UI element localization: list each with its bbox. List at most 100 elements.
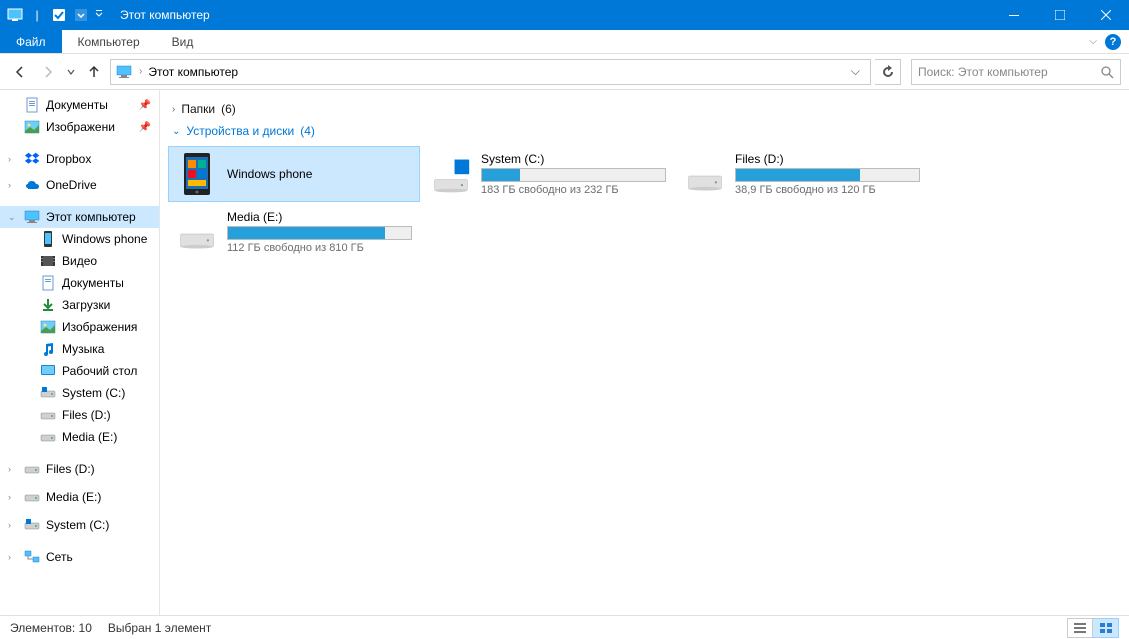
qat-separator: |: [28, 6, 46, 24]
chevron-down-icon[interactable]: ⌄: [8, 212, 16, 223]
drive-icon: [177, 210, 217, 254]
nav-forward-button[interactable]: [36, 60, 60, 84]
drive-icon: [40, 385, 56, 401]
sidebar-item-label: Изображения: [62, 320, 137, 334]
view-details-button[interactable]: [1067, 618, 1093, 638]
breadcrumb-pc-icon: [115, 63, 133, 81]
storage-text: 183 ГБ свободно из 232 ГБ: [481, 184, 666, 196]
sidebar-item-drive-d-extra[interactable]: › Files (D:): [0, 458, 159, 480]
pin-icon: 📌: [139, 122, 151, 133]
qat-dropdown-icon[interactable]: [72, 6, 90, 24]
nav-recent-dropdown[interactable]: [64, 60, 78, 84]
device-item-files-d[interactable]: Files (D:) 38,9 ГБ свободно из 120 ГБ: [676, 146, 928, 202]
breadcrumb[interactable]: › Этот компьютер ⌵: [110, 59, 871, 85]
chevron-right-icon[interactable]: ›: [8, 492, 11, 502]
titlebar: | Этот компьютер: [0, 0, 1129, 30]
sidebar-item-label: Сеть: [46, 550, 73, 564]
sidebar-item-label: Files (D:): [46, 462, 95, 476]
group-count: (6): [221, 102, 236, 116]
phone-icon: [177, 152, 217, 196]
chevron-right-icon: ›: [172, 104, 175, 115]
sidebar-item-label: Этот компьютер: [46, 210, 136, 224]
status-selected-count: Выбран 1 элемент: [108, 621, 211, 635]
sidebar-item-drive-e-extra[interactable]: ›Media (E:): [0, 486, 159, 508]
sidebar-item-label: Windows phone: [62, 232, 147, 246]
ribbon-expand-icon[interactable]: ⌵: [1089, 36, 1097, 47]
search-input[interactable]: [918, 65, 1100, 79]
chevron-right-icon[interactable]: ›: [8, 552, 11, 562]
desktop-icon: [40, 363, 56, 379]
sidebar-item-dropbox[interactable]: › Dropbox: [0, 148, 159, 170]
nav-back-button[interactable]: [8, 60, 32, 84]
chevron-right-icon[interactable]: ›: [8, 520, 11, 530]
sidebar-item-drive-d[interactable]: Files (D:): [0, 404, 159, 426]
sidebar: Документы 📌 Изображени 📌 › Dropbox › One…: [0, 90, 160, 615]
sidebar-item-documents[interactable]: Документы 📌: [0, 94, 159, 116]
qat-checkbox-icon[interactable]: [50, 6, 68, 24]
ribbon-tab-computer[interactable]: Компьютер: [62, 30, 156, 53]
sidebar-item-this-pc[interactable]: ⌄ Этот компьютер: [0, 206, 159, 228]
group-count: (4): [300, 124, 315, 138]
refresh-button[interactable]: [875, 59, 901, 85]
storage-bar: [227, 226, 412, 240]
device-name: Media (E:): [227, 210, 412, 224]
view-icons-button[interactable]: [1093, 618, 1119, 638]
sidebar-item-drive-e[interactable]: Media (E:): [0, 426, 159, 448]
sidebar-item-label: Рабочий стол: [62, 364, 137, 378]
sidebar-item-label: Документы: [62, 276, 124, 290]
devices-grid: Windows phone System (C:) 183 ГБ свободн…: [160, 142, 1129, 264]
chevron-down-icon: ⌄: [172, 126, 180, 137]
device-item-phone[interactable]: Windows phone: [168, 146, 420, 202]
sidebar-item-onedrive[interactable]: › OneDrive: [0, 174, 159, 196]
image-icon: [40, 319, 56, 335]
sidebar-item-label: Dropbox: [46, 152, 91, 166]
ribbon-tab-view[interactable]: Вид: [156, 30, 210, 53]
sidebar-item-documents-pc[interactable]: Документы: [0, 272, 159, 294]
chevron-right-icon[interactable]: ›: [8, 464, 11, 474]
help-icon[interactable]: ?: [1105, 34, 1121, 50]
device-item-system-c[interactable]: System (C:) 183 ГБ свободно из 232 ГБ: [422, 146, 674, 202]
music-icon: [40, 341, 56, 357]
chevron-right-icon[interactable]: ›: [8, 154, 11, 164]
onedrive-icon: [24, 177, 40, 193]
sidebar-item-music[interactable]: Музыка: [0, 338, 159, 360]
breadcrumb-dropdown-icon[interactable]: ⌵: [845, 64, 866, 79]
ribbon-file-tab[interactable]: Файл: [0, 30, 62, 53]
navbar: › Этот компьютер ⌵: [0, 54, 1129, 90]
maximize-button[interactable]: [1037, 0, 1083, 30]
sidebar-item-downloads[interactable]: Загрузки: [0, 294, 159, 316]
document-icon: [24, 97, 40, 113]
drive-icon: [24, 489, 40, 505]
sidebar-item-video[interactable]: Видео: [0, 250, 159, 272]
sidebar-item-network[interactable]: › Сеть: [0, 546, 159, 568]
breadcrumb-segment[interactable]: Этот компьютер: [148, 65, 238, 79]
sidebar-item-windows-phone[interactable]: Windows phone: [0, 228, 159, 250]
sidebar-item-drive-c[interactable]: System (C:): [0, 382, 159, 404]
sidebar-item-label: Media (E:): [62, 430, 117, 444]
chevron-right-icon[interactable]: ›: [8, 180, 11, 190]
close-button[interactable]: [1083, 0, 1129, 30]
group-title: Устройства и диски: [186, 124, 294, 138]
sidebar-item-drive-c-extra[interactable]: ›System (C:): [0, 514, 159, 536]
download-icon: [40, 297, 56, 313]
nav-up-button[interactable]: [82, 60, 106, 84]
sidebar-item-label: Видео: [62, 254, 97, 268]
sidebar-item-desktop[interactable]: Рабочий стол: [0, 360, 159, 382]
sidebar-item-label: Музыка: [62, 342, 104, 356]
group-header-folders[interactable]: › Папки (6): [160, 98, 1129, 120]
search-box[interactable]: [911, 59, 1121, 85]
sidebar-item-images[interactable]: Изображени 📌: [0, 116, 159, 138]
minimize-button[interactable]: [991, 0, 1037, 30]
storage-text: 38,9 ГБ свободно из 120 ГБ: [735, 184, 920, 196]
video-icon: [40, 253, 56, 269]
storage-bar: [481, 168, 666, 182]
qat-overflow-icon[interactable]: [94, 6, 104, 24]
sidebar-item-label: Files (D:): [62, 408, 111, 422]
device-item-media-e[interactable]: Media (E:) 112 ГБ свободно из 810 ГБ: [168, 204, 420, 260]
chevron-right-icon[interactable]: ›: [139, 66, 142, 77]
group-title: Папки: [181, 102, 215, 116]
computer-icon: [24, 209, 40, 225]
group-header-devices[interactable]: ⌄ Устройства и диски (4): [160, 120, 1129, 142]
sidebar-item-images-pc[interactable]: Изображения: [0, 316, 159, 338]
sidebar-item-label: Загрузки: [62, 298, 110, 312]
